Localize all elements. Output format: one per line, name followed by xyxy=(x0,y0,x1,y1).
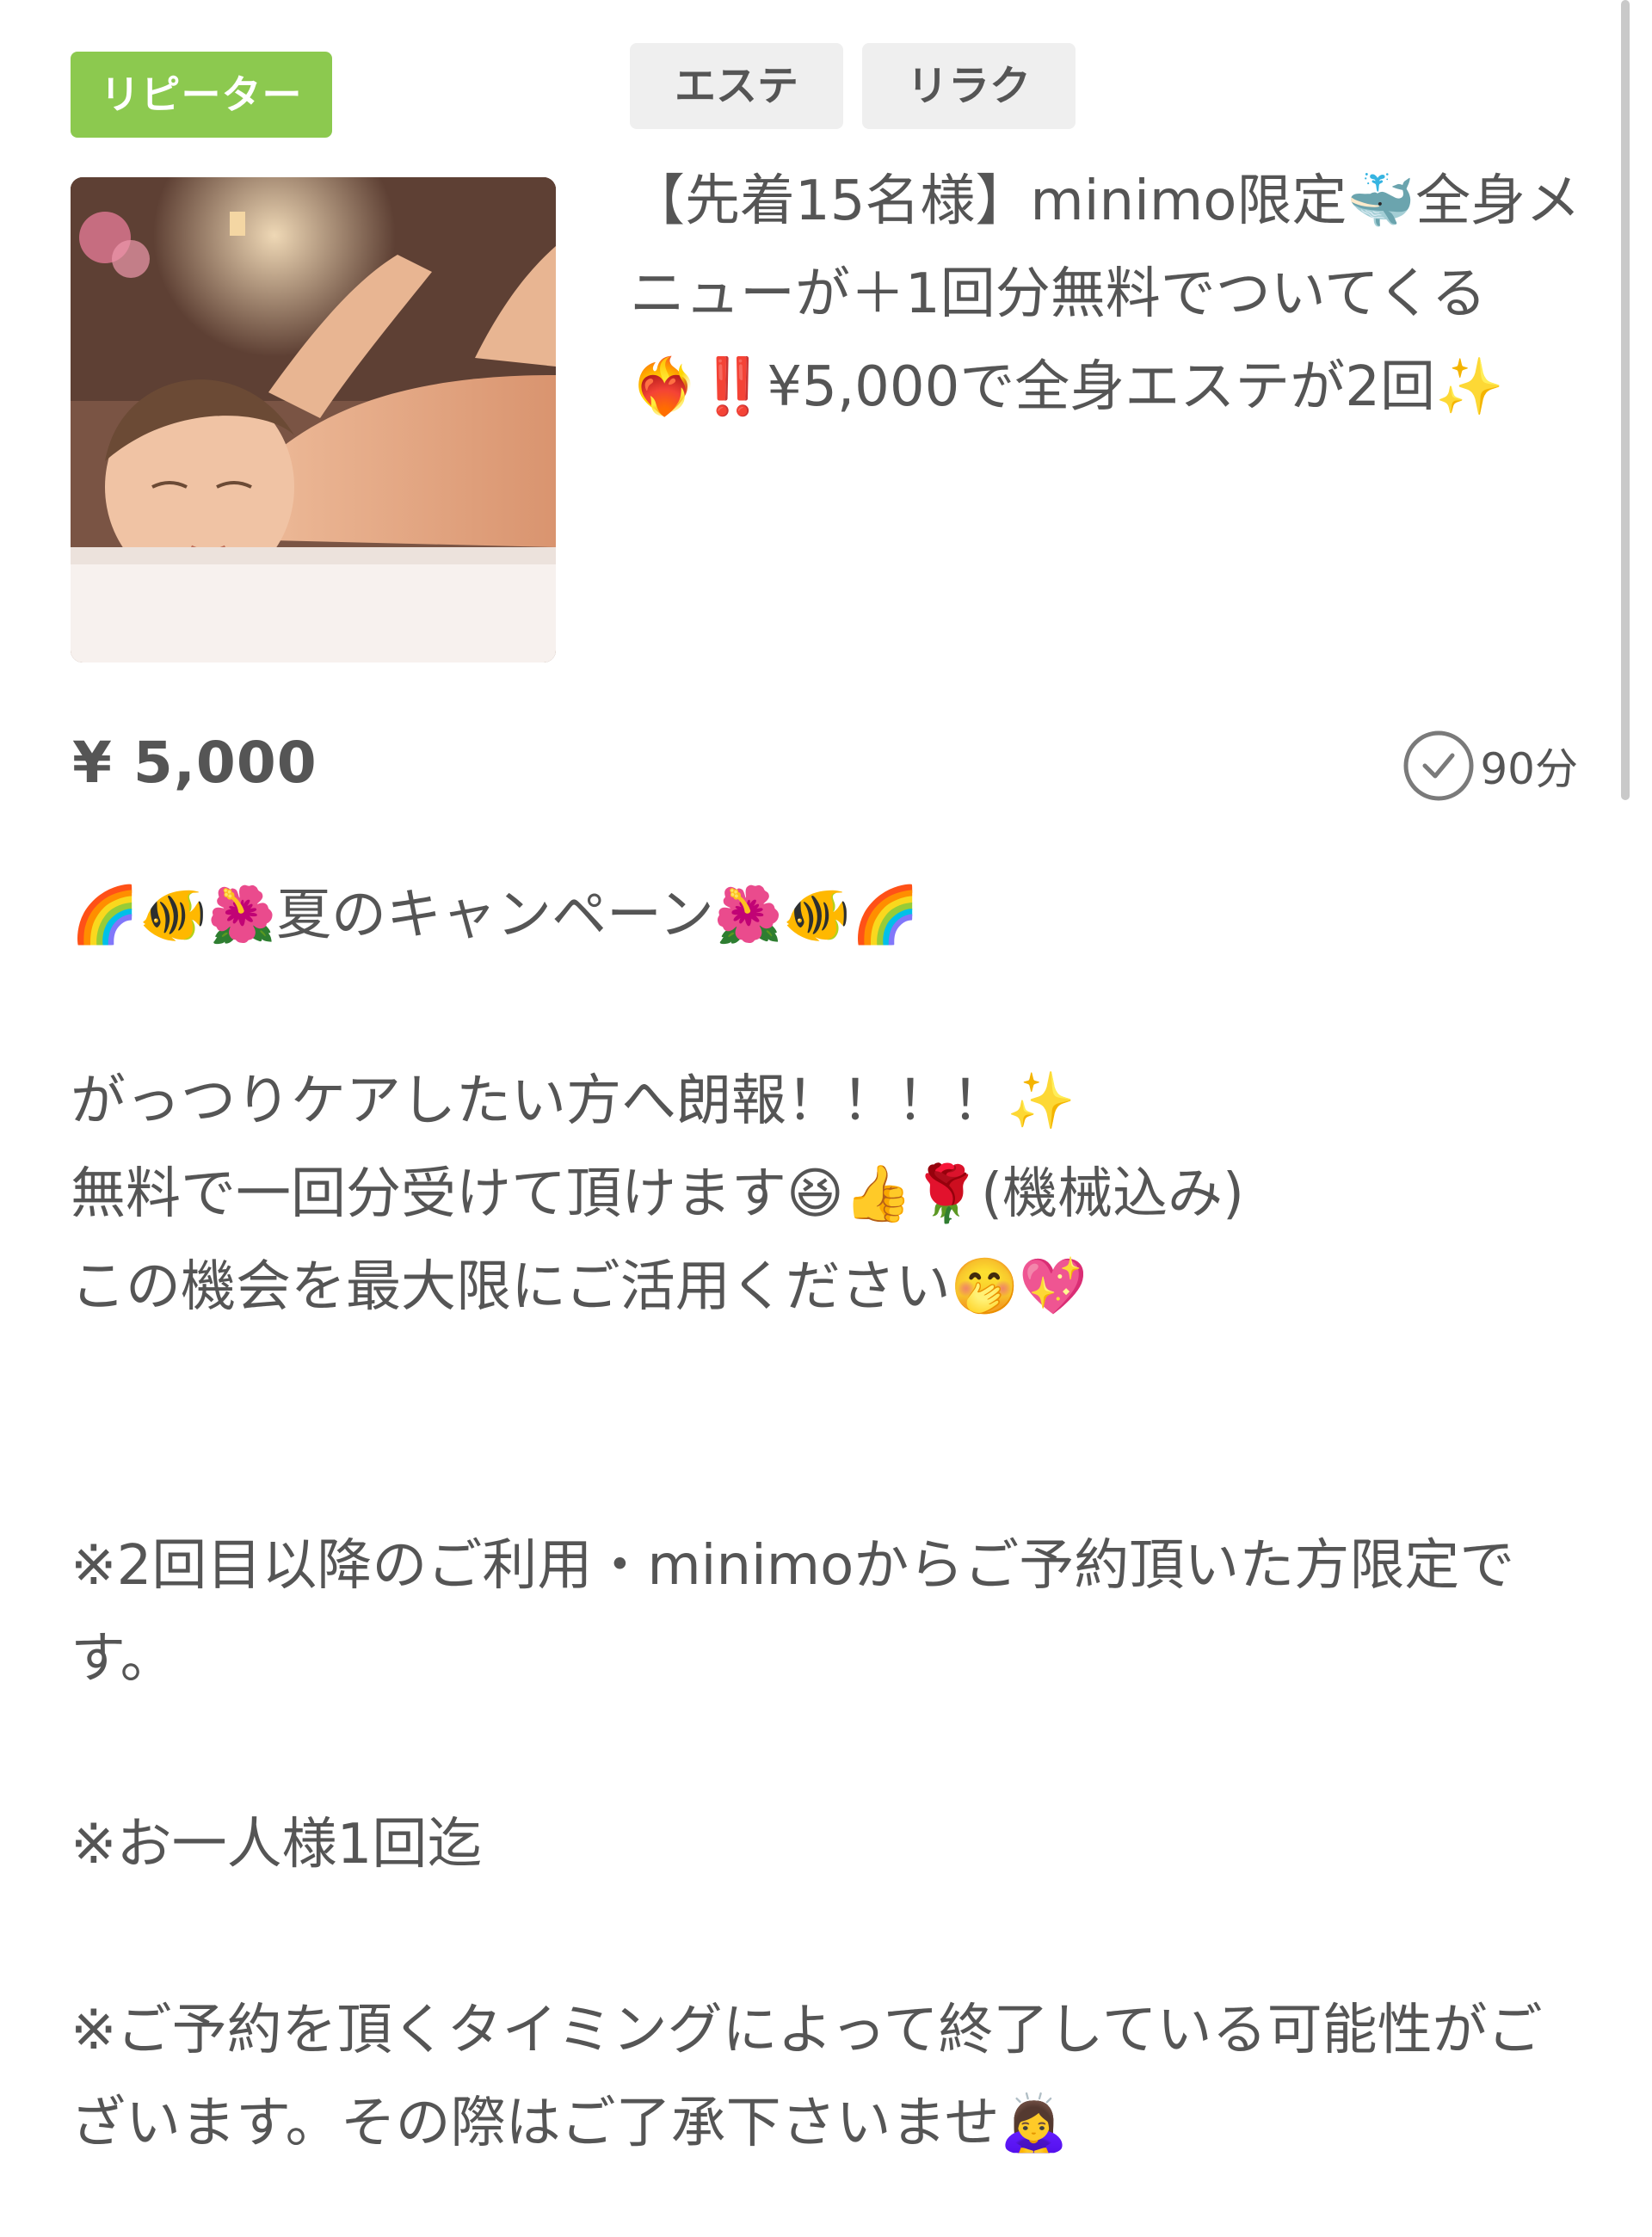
duration-label: 90分 xyxy=(1480,744,1578,794)
coupon-thumbnail[interactable] xyxy=(71,177,556,662)
repeater-badge: リピーター xyxy=(71,52,332,138)
coupon-description: 🌈🐠🌺夏のキャンペーン🌺🐠🌈 がっつりケアしたい方へ朗報！！！！✨ 無料で一回分… xyxy=(71,869,1585,2170)
description-note: ※ご予約を頂くタイミングによって終了している可能性がございます。その際はご了承下… xyxy=(71,1999,1543,2155)
duration: 90分 xyxy=(1401,728,1578,804)
description-note: ※お一人様1回迄 xyxy=(71,1813,483,1876)
coupon-title: 【先着15名様】minimo限定🐳全身メニューが＋1回分無料でついてくる❤️‍🔥… xyxy=(630,169,1581,419)
description-line: がっつりケアしたい方へ朗報！！！！✨ xyxy=(71,1069,1076,1133)
clock-icon xyxy=(1403,730,1474,801)
description-line: 無料で一回分受けて頂けます😆👍🌹(機械込み) xyxy=(71,1162,1245,1226)
campaign-headline: 🌈🐠🌺夏のキャンペーン🌺🐠🌈 xyxy=(71,884,920,947)
massage-photo xyxy=(71,177,556,662)
description-line: この機会を最大限にご活用ください🤭💖 xyxy=(71,1255,1088,1319)
category-tags: エステ リラク xyxy=(630,43,1076,129)
scrollbar[interactable] xyxy=(1621,0,1630,800)
price: ¥ 5,000 xyxy=(72,730,317,796)
tag-esthe[interactable]: エステ xyxy=(630,43,844,129)
tag-relax[interactable]: リラク xyxy=(862,43,1076,129)
description-note: ※2回目以降のご利用・minimoからご予約頂いた方限定です。 xyxy=(71,1534,1515,1691)
coupon-detail-page: リピーター エステ リラク 【先着15名様】minimo限定🐳全身メニューが＋1… xyxy=(0,0,1652,2237)
